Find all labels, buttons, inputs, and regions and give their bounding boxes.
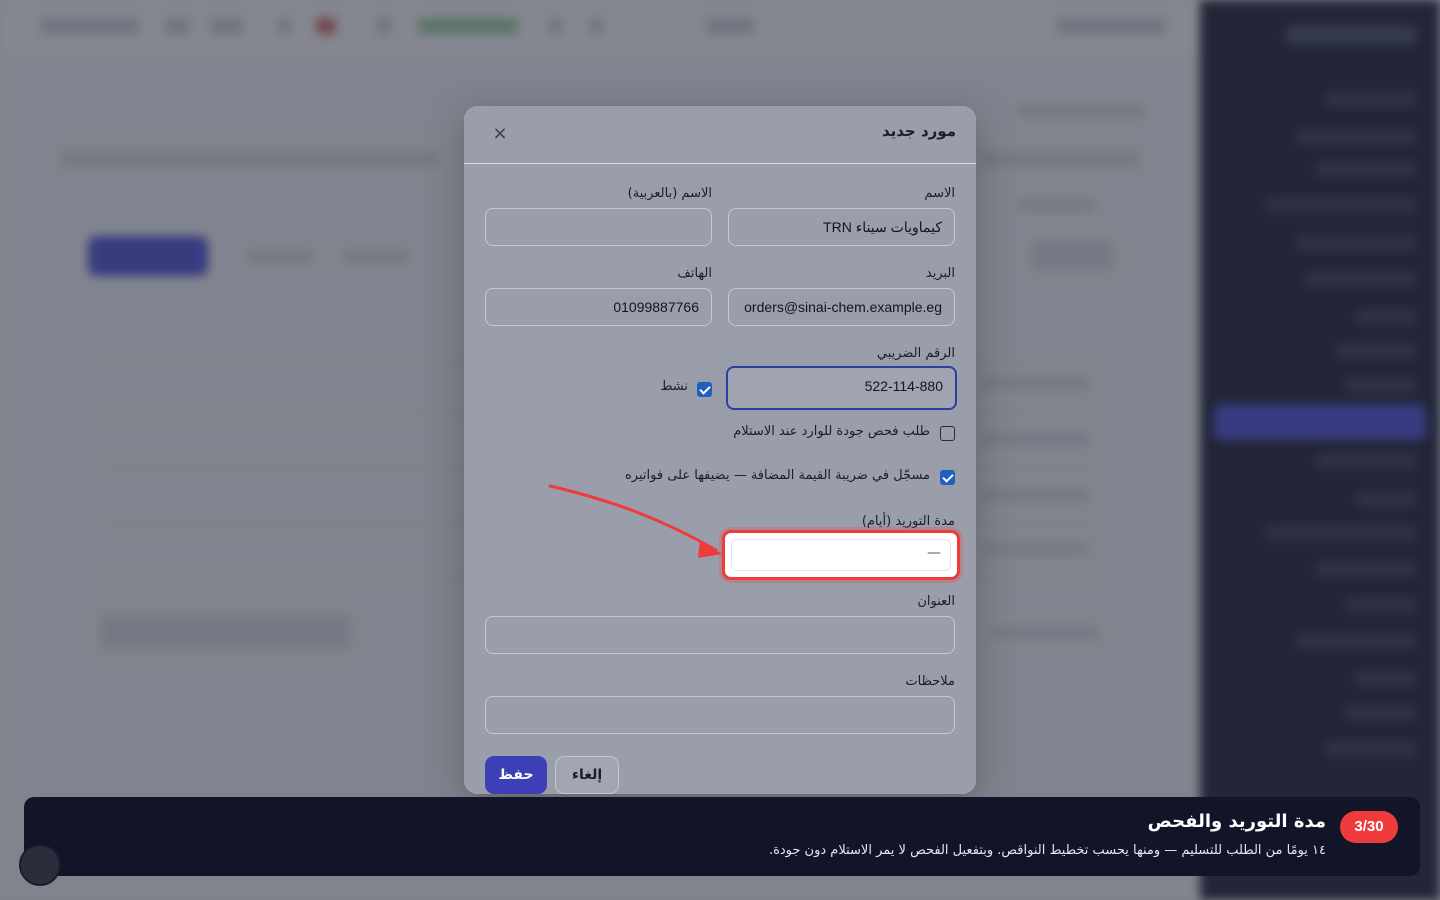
lead-time-label: مدة التوريد (أيام) (861, 514, 955, 529)
dialog-header: مورد جديد × (464, 106, 976, 164)
email-input[interactable]: orders@sinai-chem.example.eg (728, 288, 955, 326)
tour-banner: 3/30 مدة التوريد والفحص ١٤ يومًا من الطل… (24, 797, 1420, 876)
qc-inspection-label: طلب فحص جودة للوارد عند الاستلام (733, 424, 930, 439)
lead-time-input-inner (731, 539, 951, 571)
address-label: العنوان (917, 594, 955, 609)
name-ar-label: الاسم (بالعربية) (627, 186, 712, 201)
tour-description: ١٤ يومًا من الطلب للتسليم — ومنها يحسب ت… (768, 843, 1326, 858)
close-icon[interactable]: × (490, 124, 510, 144)
cancel-button[interactable]: إلغاء (555, 756, 619, 794)
tour-title: مدة التوريد والفحص (1147, 811, 1326, 832)
notes-input[interactable] (485, 696, 955, 734)
active-checkbox[interactable] (697, 382, 712, 397)
qc-inspection-checkbox[interactable] (940, 426, 955, 441)
help-icon[interactable] (19, 844, 61, 886)
dialog-title: مورد جديد (881, 122, 956, 140)
vat-registered-checkbox[interactable] (940, 470, 955, 485)
lead-time-value: — (927, 545, 941, 561)
active-label: نشط (660, 379, 688, 394)
notes-label: ملاحظات (905, 674, 955, 689)
email-label: البريد (925, 266, 955, 281)
phone-label: الهاتف (677, 266, 712, 281)
tax-number-input[interactable]: 522-114-880 (726, 366, 957, 410)
lead-time-input[interactable]: — (722, 530, 960, 580)
tour-step-badge: 3/30 (1340, 811, 1398, 843)
name-label: الاسم (924, 186, 955, 201)
phone-input[interactable]: 01099887766 (485, 288, 712, 326)
tour-arrow-icon (548, 484, 722, 558)
name-input[interactable]: TRN كيماويات سيناء (728, 208, 955, 246)
save-button[interactable]: حفظ (485, 756, 547, 794)
address-input[interactable] (485, 616, 955, 654)
name-ar-input[interactable] (485, 208, 712, 246)
tax-number-label: الرقم الضريبي (876, 346, 955, 361)
